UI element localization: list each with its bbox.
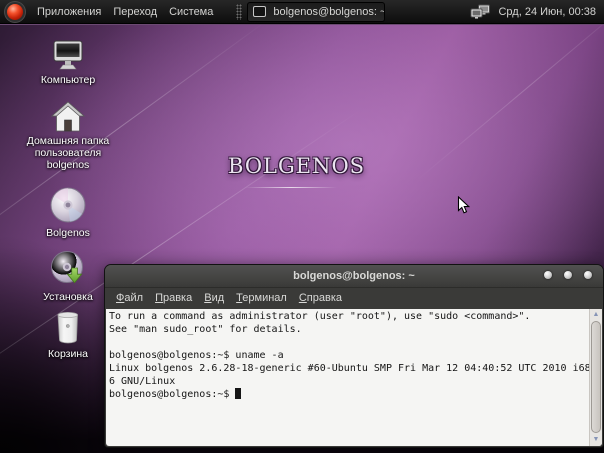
desktop-icon-home[interactable]: Домашняя папка пользователя bolgenos xyxy=(20,101,116,171)
terminal-titlebar[interactable]: bolgenos@bolgenos: ~ xyxy=(105,265,603,288)
terminal-menubar: Файл Правка Вид Терминал Справка xyxy=(105,288,603,308)
menu-edit[interactable]: Правка xyxy=(149,290,198,306)
terminal-prompt: bolgenos@bolgenos:~$ xyxy=(109,389,235,400)
panel-drag-handle[interactable] xyxy=(236,4,242,20)
taskbar-window-label: bolgenos@bolgenos: ~ xyxy=(273,6,385,18)
terminal-line: 6 GNU/Linux xyxy=(109,375,602,388)
panel-menu-applications[interactable]: Приложения xyxy=(31,0,107,23)
menu-view[interactable]: Вид xyxy=(198,290,230,306)
window-close-button[interactable] xyxy=(584,271,592,279)
terminal-title: bolgenos@bolgenos: ~ xyxy=(293,270,415,282)
scroll-up-arrow[interactable]: ▲ xyxy=(590,309,602,321)
network-computers-icon[interactable] xyxy=(470,4,491,20)
desktop-icon-install[interactable]: Установка xyxy=(20,250,116,303)
terminal-line: See "man sudo_root" for details. xyxy=(109,323,602,336)
terminal-line: bolgenos@bolgenos:~$ uname -a xyxy=(109,349,602,362)
menu-terminal[interactable]: Терминал xyxy=(230,290,293,306)
bolgenos-main-menu-icon[interactable] xyxy=(7,4,23,20)
scroll-down-arrow[interactable]: ▼ xyxy=(590,434,602,446)
desktop-icon-label: Корзина xyxy=(48,348,88,360)
desktop-icon-computer[interactable]: Компьютер xyxy=(20,40,116,86)
window-maximize-button[interactable] xyxy=(564,271,572,279)
clock[interactable]: Срд, 24 Июн, 00:38 xyxy=(496,6,598,18)
window-buttons xyxy=(544,271,592,279)
panel-menu-system[interactable]: Система xyxy=(163,0,219,23)
home-folder-icon xyxy=(51,101,85,132)
computer-monitor-icon xyxy=(50,40,86,71)
desktop-icon-label: Установка xyxy=(43,291,93,303)
wallpaper-streak xyxy=(415,24,604,182)
terminal-icon xyxy=(253,6,266,17)
terminal-line xyxy=(109,336,602,349)
desktop-icon-label: Bolgenos xyxy=(46,227,90,239)
window-minimize-button[interactable] xyxy=(544,271,552,279)
top-panel: Приложения Переход Система bolgenos@bolg… xyxy=(0,0,604,24)
terminal-cursor xyxy=(235,388,241,399)
desktop-icon-trash[interactable]: Корзина xyxy=(20,311,116,360)
terminal-screen[interactable]: To run a command as administrator (user … xyxy=(106,309,602,446)
desktop-icon-bolgenos-cd[interactable]: Bolgenos xyxy=(20,186,116,239)
panel-menu-places[interactable]: Переход xyxy=(107,0,163,23)
wallpaper-brand-underline xyxy=(245,187,337,188)
taskbar-window-button[interactable]: bolgenos@bolgenos: ~ xyxy=(247,2,385,22)
terminal-window: bolgenos@bolgenos: ~ Файл Правка Вид Тер… xyxy=(104,264,604,448)
wallpaper-brand-text: BOLGENOS xyxy=(228,154,365,178)
menu-help[interactable]: Справка xyxy=(293,290,348,306)
cd-install-arrow-icon xyxy=(48,250,88,288)
terminal-line: To run a command as administrator (user … xyxy=(109,310,602,323)
desktop-screen: BOLGENOS Приложения Переход Система bolg… xyxy=(0,0,604,453)
cd-disc-icon xyxy=(48,186,88,224)
scrollbar-thumb[interactable] xyxy=(591,321,601,433)
terminal-scrollbar[interactable]: ▲ ▼ xyxy=(589,309,602,446)
menu-file[interactable]: Файл xyxy=(110,290,149,306)
trash-bin-icon xyxy=(54,311,82,345)
desktop-icon-label: Компьютер xyxy=(41,74,95,86)
terminal-prompt-line: bolgenos@bolgenos:~$ xyxy=(109,388,602,401)
desktop-icon-label: Домашняя папка пользователя bolgenos xyxy=(20,135,116,171)
terminal-line: Linux bolgenos 2.6.28-18-generic #60-Ubu… xyxy=(109,362,602,375)
